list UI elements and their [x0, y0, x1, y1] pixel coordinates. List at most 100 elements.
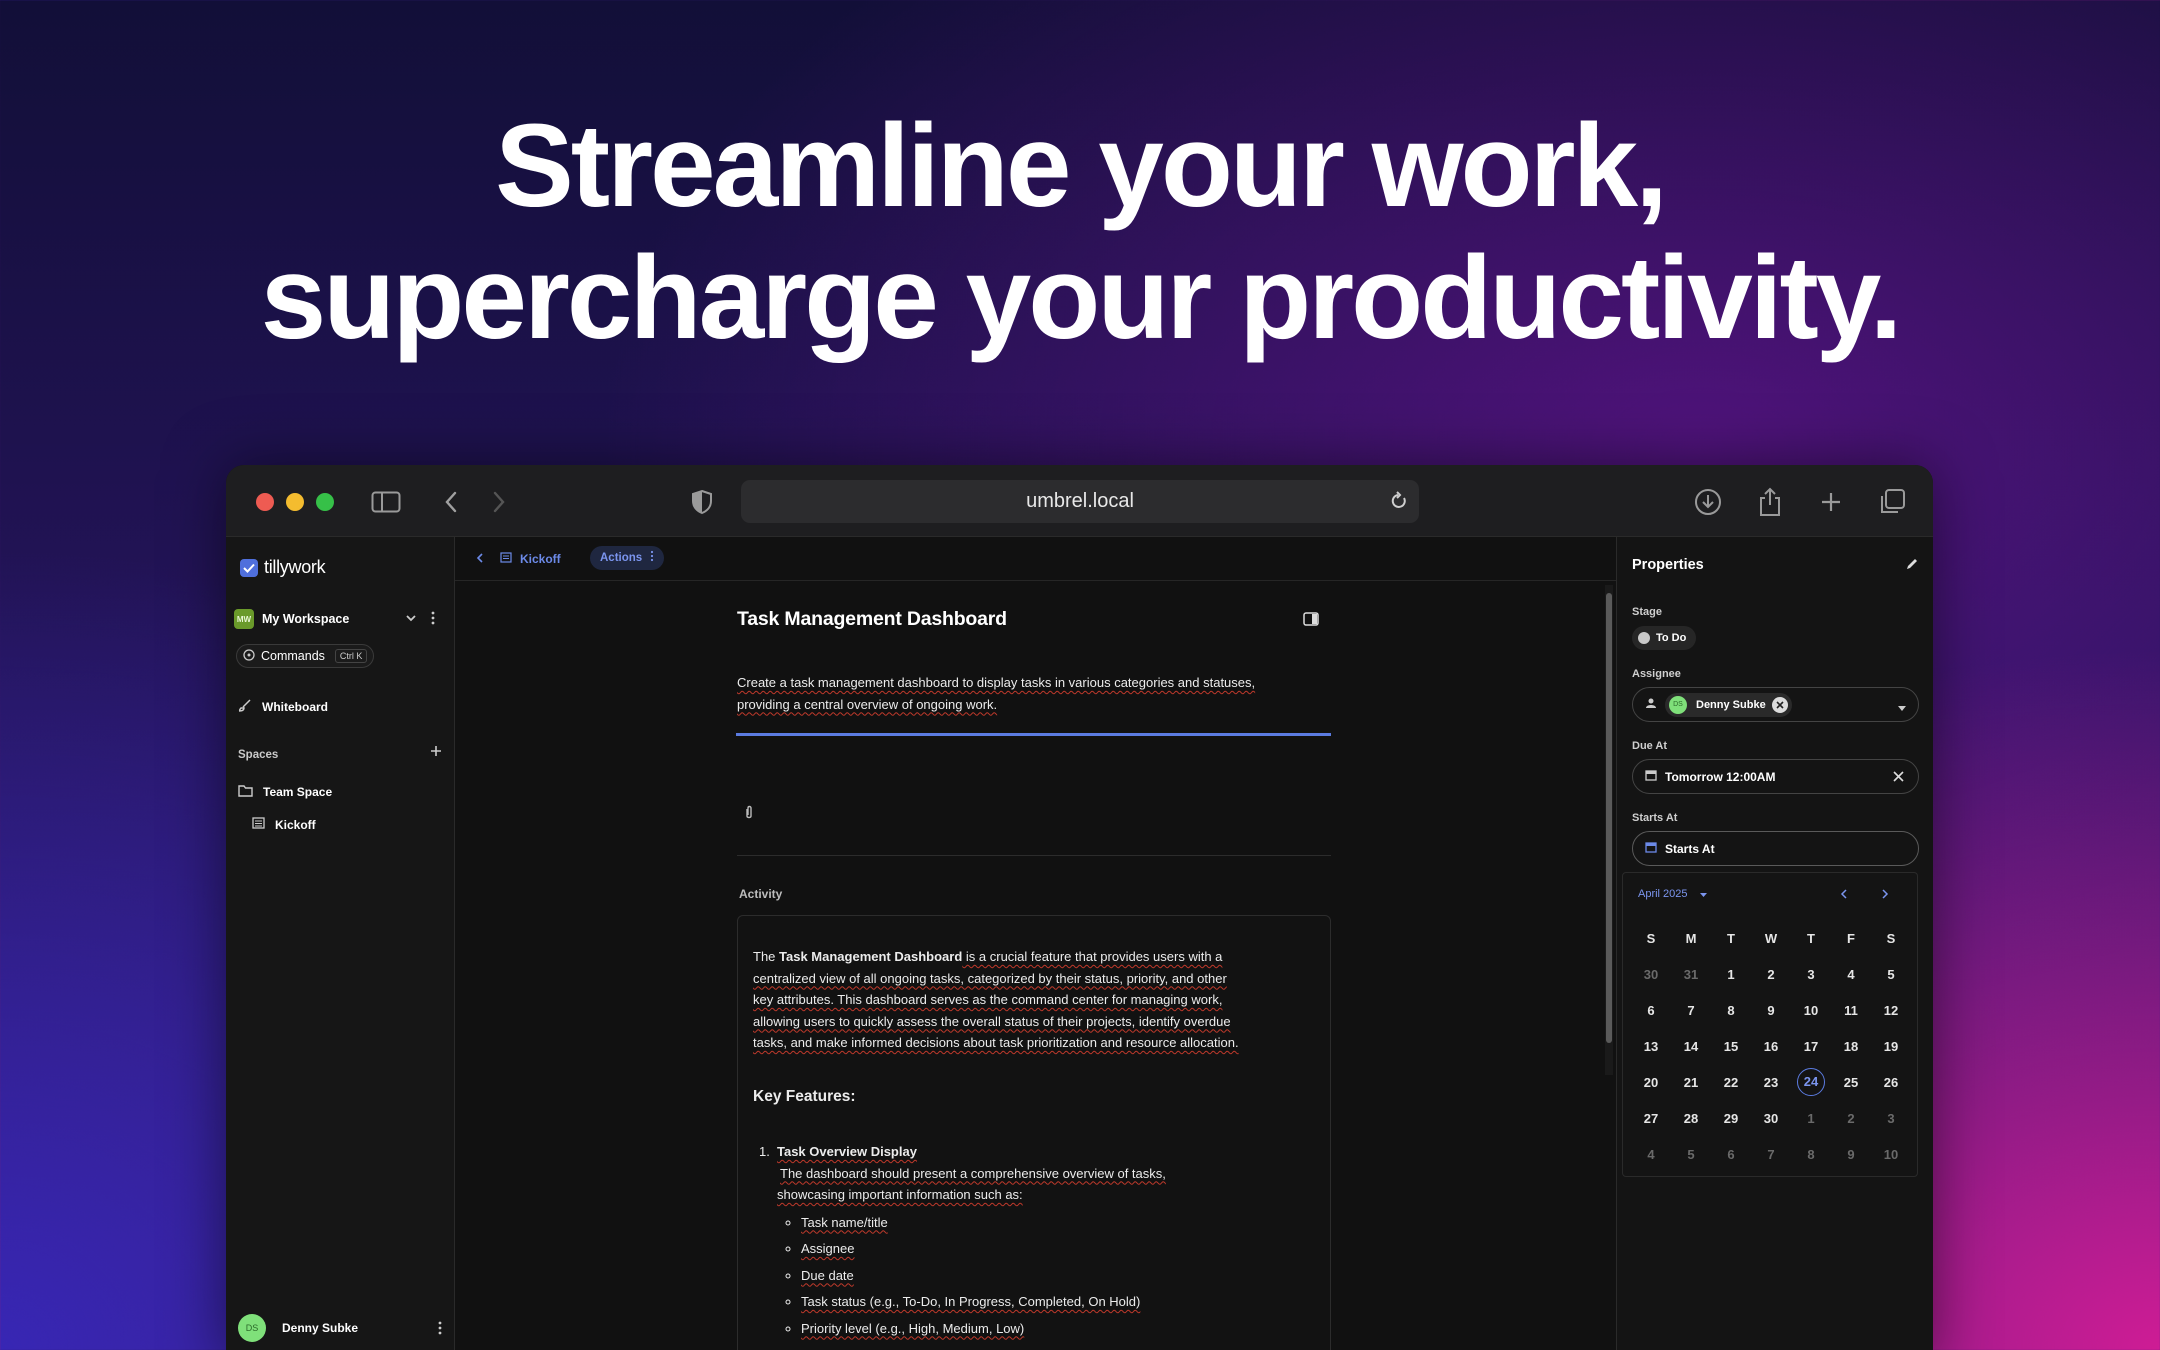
chevron-down-icon[interactable] — [404, 611, 418, 628]
calendar-day[interactable]: 29 — [1711, 1100, 1751, 1136]
calendar-day[interactable]: 12 — [1871, 992, 1911, 1028]
calendar-day[interactable]: 9 — [1751, 992, 1791, 1028]
calendar-day[interactable]: 28 — [1671, 1100, 1711, 1136]
prev-month-icon[interactable] — [1840, 888, 1848, 902]
calendar-day[interactable]: 6 — [1711, 1136, 1751, 1172]
minimize-window-button[interactable] — [286, 493, 304, 511]
edit-icon[interactable] — [1905, 557, 1919, 574]
starts-date-field[interactable]: Starts At — [1632, 831, 1919, 866]
paragraph-line: tasks, and make informed decisions about… — [753, 1035, 1239, 1050]
calendar-day[interactable]: 10 — [1791, 992, 1831, 1028]
calendar-day[interactable]: 16 — [1751, 1028, 1791, 1064]
forward-icon[interactable] — [482, 485, 516, 519]
assignee-label: Assignee — [1632, 668, 1681, 680]
calendar-day[interactable]: 15 — [1711, 1028, 1751, 1064]
calendar-day[interactable]: 1 — [1791, 1100, 1831, 1136]
workspace-switcher[interactable]: MW My Workspace — [234, 607, 446, 631]
add-space-icon[interactable] — [429, 744, 443, 761]
calendar-day[interactable]: 23 — [1751, 1064, 1791, 1100]
calendar-day[interactable]: 1 — [1711, 956, 1751, 992]
calendar-day[interactable]: 17 — [1791, 1028, 1831, 1064]
calendar-day[interactable]: 13 — [1631, 1028, 1671, 1064]
sidebar-item-whiteboard[interactable]: Whiteboard — [238, 698, 328, 715]
sidebar-item-kickoff[interactable]: Kickoff — [252, 817, 316, 832]
hero-line-2: supercharge your productivity. — [260, 232, 1903, 364]
clear-due-icon[interactable] — [1893, 771, 1904, 785]
scrollbar-thumb[interactable] — [1606, 593, 1612, 1043]
commands-shortcut: Ctrl K — [334, 649, 368, 663]
weekday-label: T — [1727, 930, 1735, 946]
calendar-day[interactable]: 8 — [1711, 992, 1751, 1028]
calendar-day[interactable]: 21 — [1671, 1064, 1711, 1100]
weekday-label: S — [1646, 930, 1656, 946]
calendar-day[interactable]: 19 — [1871, 1028, 1911, 1064]
main-topbar: Kickoff Actions — [455, 537, 1616, 581]
calendar-day[interactable]: 30 — [1751, 1100, 1791, 1136]
calendar-day[interactable]: 10 — [1871, 1136, 1911, 1172]
calendar-day[interactable]: 9 — [1831, 1136, 1871, 1172]
calendar-day[interactable]: 4 — [1631, 1136, 1671, 1172]
caret-down-icon[interactable] — [1898, 701, 1906, 715]
page-title[interactable]: Task Management Dashboard — [737, 608, 1007, 631]
calendar-day[interactable]: 4 — [1831, 956, 1871, 992]
calendar-day-selected[interactable]: 24 — [1791, 1064, 1831, 1100]
user-menu[interactable]: DS Denny Subke — [238, 1314, 443, 1342]
task-description[interactable]: Create a task management dashboard to di… — [737, 672, 1337, 715]
calendar-day[interactable]: 31 — [1671, 956, 1711, 992]
workspace-menu-icon[interactable] — [430, 610, 436, 629]
due-date-field[interactable]: Tomorrow 12:00AM — [1632, 759, 1919, 794]
calendar-day[interactable]: 27 — [1631, 1100, 1671, 1136]
calendar-day[interactable]: 5 — [1671, 1136, 1711, 1172]
sidebar-toggle-icon[interactable] — [369, 485, 403, 519]
calendar-day[interactable]: 7 — [1671, 992, 1711, 1028]
tab-overview-icon[interactable] — [1875, 485, 1909, 519]
back-chevron-icon[interactable] — [475, 551, 485, 570]
privacy-shield-icon[interactable] — [685, 485, 719, 519]
back-icon[interactable] — [434, 485, 468, 519]
calendar-day[interactable]: 22 — [1711, 1064, 1751, 1100]
calendar-day[interactable]: 8 — [1791, 1136, 1831, 1172]
commands-button[interactable]: Commands Ctrl K — [236, 644, 375, 668]
assignee-chip[interactable]: DS Denny Subke — [1665, 692, 1792, 717]
calendar-day[interactable]: 2 — [1751, 956, 1791, 992]
calendar-day[interactable]: 14 — [1671, 1028, 1711, 1064]
share-icon[interactable] — [1753, 485, 1787, 519]
activity-content[interactable]: The Task Management Dashboard is a cruci… — [737, 915, 1331, 1350]
app-logo[interactable]: tillywork — [240, 557, 326, 578]
address-bar[interactable]: umbrel.local — [741, 480, 1419, 523]
calendar-day[interactable]: 18 — [1831, 1028, 1871, 1064]
reload-icon[interactable] — [1389, 480, 1409, 539]
divider — [737, 855, 1331, 856]
section-heading: Key Features: — [753, 1087, 856, 1105]
text-span: is a crucial feature that provides users… — [962, 949, 1223, 964]
paragraph-line: centralized view of all ongoing tasks, c… — [753, 970, 1227, 986]
calendar-day[interactable]: 2 — [1831, 1100, 1871, 1136]
calendar-day[interactable]: 20 — [1631, 1064, 1671, 1100]
calendar-day[interactable]: 25 — [1831, 1064, 1871, 1100]
calendar-day[interactable]: 11 — [1831, 992, 1871, 1028]
calendar-day[interactable]: 26 — [1871, 1064, 1911, 1100]
scrollbar-track[interactable] — [1605, 585, 1613, 1075]
assignee-select[interactable]: DS Denny Subke — [1632, 687, 1919, 722]
calendar-day[interactable]: 30 — [1631, 956, 1671, 992]
month-selector[interactable]: April 2025 — [1638, 887, 1707, 901]
actions-button[interactable]: Actions — [590, 546, 665, 570]
close-window-button[interactable] — [256, 493, 274, 511]
zoom-window-button[interactable] — [316, 493, 334, 511]
attachment-icon[interactable] — [743, 805, 755, 826]
user-menu-icon[interactable] — [437, 1320, 443, 1339]
panel-toggle-icon[interactable] — [1303, 612, 1319, 631]
sidebar-item-team-space[interactable]: Team Space — [238, 784, 332, 800]
calendar-day[interactable]: 7 — [1751, 1136, 1791, 1172]
remove-assignee-icon[interactable] — [1771, 696, 1788, 713]
new-tab-icon[interactable] — [1814, 485, 1848, 519]
list-item: Assignee — [801, 1238, 1323, 1260]
breadcrumb[interactable]: Kickoff — [500, 550, 561, 568]
calendar-day[interactable]: 3 — [1791, 956, 1831, 992]
calendar-day[interactable]: 5 — [1871, 956, 1911, 992]
download-icon[interactable] — [1691, 485, 1725, 519]
calendar-day[interactable]: 3 — [1871, 1100, 1911, 1136]
stage-chip[interactable]: To Do — [1632, 626, 1697, 650]
next-month-icon[interactable] — [1881, 888, 1889, 902]
calendar-day[interactable]: 6 — [1631, 992, 1671, 1028]
